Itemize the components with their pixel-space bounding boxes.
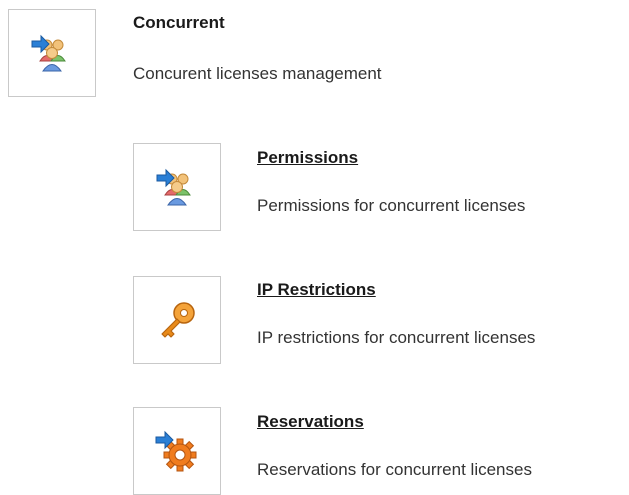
concurrent-description: Concurent licenses management (133, 64, 382, 83)
concurrent-title: Concurrent (133, 13, 225, 32)
ip-restrictions-icon-box[interactable] (133, 276, 221, 364)
permissions-link[interactable]: Permissions (257, 148, 358, 168)
reservations-link[interactable]: Reservations (257, 412, 364, 432)
reservations-description: Reservations for concurrent licenses (257, 460, 532, 479)
users-arrow-icon (156, 168, 191, 206)
gear-arrow-icon (155, 430, 197, 472)
ip-restrictions-description: IP restrictions for concurrent licenses (257, 328, 536, 347)
ip-restrictions-link[interactable]: IP Restrictions (257, 280, 376, 300)
concurrent-icon-box (8, 9, 96, 97)
users-arrow-icon (31, 34, 66, 72)
permissions-icon-box[interactable] (133, 143, 221, 231)
permissions-description: Permissions for concurrent licenses (257, 196, 526, 215)
reservations-icon-box[interactable] (133, 407, 221, 495)
key-icon (161, 302, 195, 338)
